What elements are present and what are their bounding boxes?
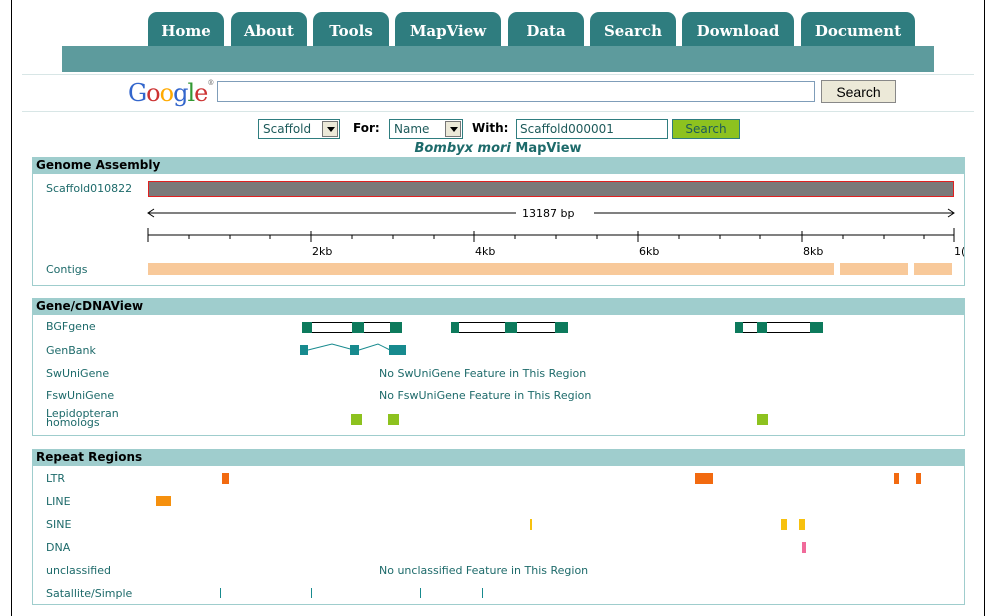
- with-label: With:: [472, 121, 509, 135]
- tab-download[interactable]: Download: [682, 12, 794, 50]
- tab-document[interactable]: Document: [801, 12, 915, 50]
- no-swunigene-message: No SwUniGene Feature in This Region: [379, 367, 587, 380]
- row-label-line: LINE: [46, 495, 71, 508]
- line-feature[interactable]: [156, 496, 171, 506]
- tick-label-8kb: 8kb: [803, 245, 824, 258]
- gene-exon[interactable]: [352, 322, 364, 333]
- row-label-satellite: Satallite/Simple: [46, 587, 133, 600]
- row-label-genbank: GenBank: [46, 344, 96, 357]
- for-select-value: Name: [394, 122, 430, 136]
- sine-feature[interactable]: [530, 519, 532, 530]
- tab-tools[interactable]: Tools: [313, 12, 389, 50]
- mapview-search-button[interactable]: Search: [672, 119, 740, 139]
- satellite-feature[interactable]: [420, 588, 421, 598]
- tick-label-2kb: 2kb: [312, 245, 333, 258]
- row-label-unclassified: unclassified: [46, 564, 111, 577]
- length-label: 13187 bp: [522, 207, 575, 220]
- google-logo: Google®: [128, 79, 214, 107]
- gene-view-header: Gene/cDNAView: [32, 298, 965, 314]
- chevron-down-icon: [322, 121, 338, 137]
- row-label-homologs: Lepidopteran homologs: [46, 407, 119, 429]
- google-search-input[interactable]: [217, 81, 815, 102]
- species-name: Bombyx mori: [414, 141, 511, 156]
- scale-ruler: [147, 228, 955, 242]
- row-label-bgfgene: BGFgene: [46, 320, 96, 333]
- homolog-feature[interactable]: [757, 414, 768, 425]
- ltr-feature[interactable]: [695, 473, 707, 484]
- ltr-feature[interactable]: [916, 473, 921, 484]
- row-label-sine: SINE: [46, 518, 72, 531]
- homolog-feature[interactable]: [388, 414, 399, 425]
- gene-exon[interactable]: [505, 322, 517, 333]
- homolog-feature[interactable]: [351, 414, 362, 425]
- gene-exon[interactable]: [451, 322, 459, 333]
- tab-data[interactable]: Data: [508, 12, 584, 50]
- row-label-ltr: LTR: [46, 472, 65, 485]
- gene-exon[interactable]: [302, 322, 312, 333]
- tick-label-10kb: 1(: [954, 245, 964, 258]
- contig-bar[interactable]: [914, 263, 952, 275]
- ltr-feature[interactable]: [707, 473, 713, 484]
- tab-about[interactable]: About: [231, 12, 307, 50]
- for-label: For:: [353, 121, 380, 135]
- tab-home[interactable]: Home: [148, 12, 224, 50]
- sine-feature[interactable]: [799, 519, 805, 530]
- with-input[interactable]: Scaffold000001: [516, 119, 668, 139]
- page-title: Bombyx mori MapView: [0, 141, 996, 156]
- chevron-down-icon: [445, 121, 461, 137]
- contigs-label: Contigs: [46, 263, 88, 276]
- gene-exon[interactable]: [735, 322, 743, 333]
- gene-exon[interactable]: [757, 322, 767, 333]
- tab-search[interactable]: Search: [590, 12, 676, 50]
- gene-exon[interactable]: [555, 322, 568, 333]
- gene-exon[interactable]: [810, 322, 823, 333]
- google-search-button[interactable]: Search: [821, 80, 896, 103]
- tab-mapview[interactable]: MapView: [395, 12, 501, 50]
- no-unclassified-message: No unclassified Feature in This Region: [379, 564, 589, 577]
- contig-bar[interactable]: [840, 263, 908, 275]
- gene-exon[interactable]: [390, 322, 402, 333]
- satellite-feature[interactable]: [482, 588, 483, 598]
- page-title-rest: MapView: [510, 141, 582, 156]
- ltr-feature[interactable]: [894, 473, 899, 484]
- for-select[interactable]: Name: [389, 119, 463, 139]
- type-select[interactable]: Scaffold: [258, 119, 340, 139]
- genome-assembly-header: Genome Assembly: [32, 157, 965, 173]
- sine-feature[interactable]: [781, 519, 787, 530]
- row-label-dna: DNA: [46, 541, 71, 554]
- ltr-feature[interactable]: [222, 473, 229, 484]
- repeat-regions-panel: [32, 465, 965, 605]
- satellite-feature[interactable]: [220, 588, 221, 598]
- scaffold-label[interactable]: Scaffold010822: [46, 182, 132, 195]
- genbank-feature[interactable]: [298, 341, 410, 357]
- contig-bar[interactable]: [148, 263, 834, 275]
- tick-label-6kb: 6kb: [639, 245, 660, 258]
- google-search-bar: Google® Search: [22, 74, 974, 112]
- row-label-swunigene: SwUniGene: [46, 367, 110, 380]
- nav-bar: [62, 46, 934, 72]
- satellite-feature[interactable]: [311, 588, 312, 598]
- repeat-regions-header: Repeat Regions: [32, 449, 965, 465]
- row-label-fswunigene: FswUniGene: [46, 389, 115, 402]
- type-select-value: Scaffold: [263, 122, 312, 136]
- scaffold-bar[interactable]: [148, 181, 954, 197]
- no-fswunigene-message: No FswUniGene Feature in This Region: [379, 389, 592, 402]
- tick-label-4kb: 4kb: [475, 245, 496, 258]
- dna-feature[interactable]: [802, 542, 806, 553]
